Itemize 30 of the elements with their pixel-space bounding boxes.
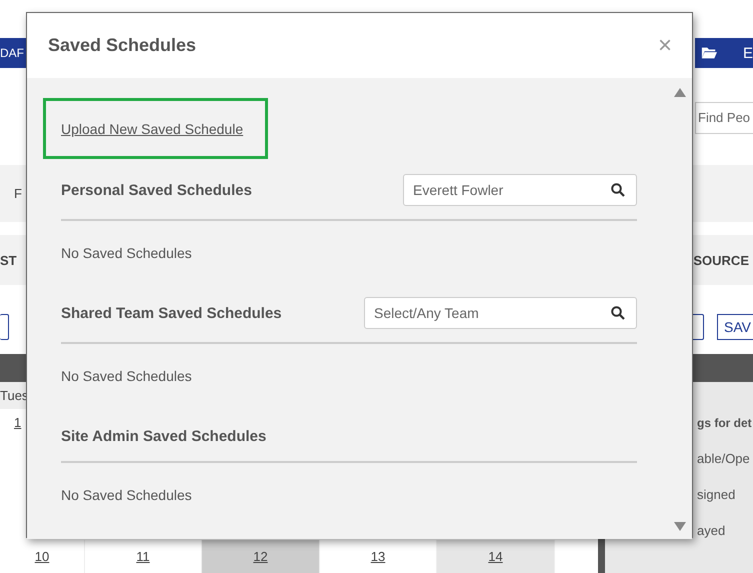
column-label: ST (0, 252, 17, 268)
empty-message: No Saved Schedules (61, 368, 192, 384)
outline-button[interactable] (0, 314, 9, 340)
day-number[interactable]: 1 (14, 415, 22, 430)
legend-text: gs for det (697, 416, 752, 430)
legend-text: able/Ope (697, 451, 750, 466)
empty-message: No Saved Schedules (61, 487, 192, 503)
upload-link[interactable]: Upload New Saved Schedule (61, 120, 244, 136)
header-bar: DAF (0, 38, 26, 68)
legend-text: signed (697, 487, 736, 502)
search-icon (611, 183, 625, 197)
date-cell[interactable]: 12 (202, 540, 320, 573)
search-field[interactable]: Everett Fowler (403, 174, 637, 206)
dialog-title: Saved Schedules (48, 35, 196, 56)
save-button[interactable]: SAV (717, 314, 753, 340)
section-title: Site Admin Saved Schedules (61, 428, 266, 444)
empty-message: No Saved Schedules (61, 245, 192, 261)
date-cell[interactable]: 14 (437, 540, 555, 573)
people-search-field[interactable]: Find Peo (695, 102, 753, 134)
folder-icon[interactable] (701, 46, 717, 60)
section-title: Shared Team Saved Schedules (61, 304, 282, 322)
section-title: Personal Saved Schedules (61, 182, 252, 198)
scroll-up-icon[interactable] (674, 88, 686, 97)
search-field[interactable]: Select/Any Team (364, 297, 637, 329)
scroll-down-icon[interactable] (674, 522, 686, 531)
legend-text: ayed (697, 523, 726, 538)
column-label: SOURCE (693, 252, 750, 268)
filter-label: F (13, 186, 22, 201)
search-icon (611, 306, 625, 320)
header-bar: E (695, 38, 753, 68)
